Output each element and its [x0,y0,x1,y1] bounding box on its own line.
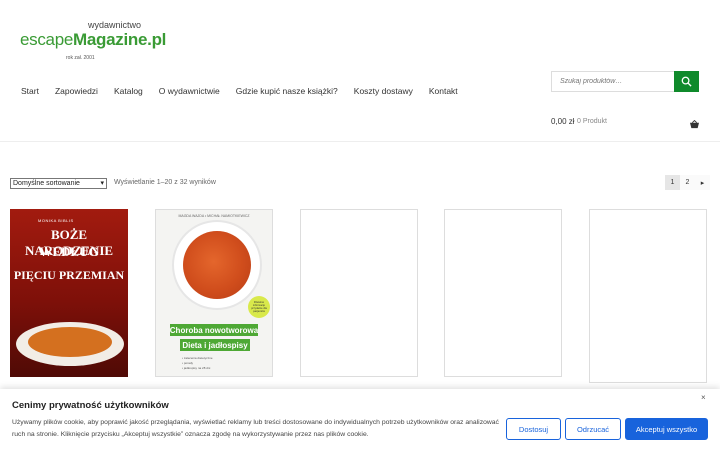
nav-item-zapowiedzi[interactable]: Zapowiedzi [55,86,98,96]
logo-tagline[interactable]: wydawnictwo [88,20,141,30]
main-navigation: Start Zapowiedzi Katalog O wydawnictwie … [21,86,474,96]
book-author: MONIKA BIBLIS [38,218,74,223]
search-icon [681,76,692,87]
cookie-title: Cenimy prywatność użytkowników [12,400,169,411]
result-count: Wyświetlanie 1–20 z 32 wyników [114,179,216,186]
logo-since: rok zał. 2001 [66,55,95,61]
reject-button[interactable]: Odrzucać [565,418,621,440]
next-page-icon[interactable]: ▸ [695,175,710,190]
nav-item-gdzie-kupic[interactable]: Gdzie kupić nasze książki? [236,86,338,96]
sort-select[interactable]: Domyślne sortowanie ▾ [10,178,107,189]
cart-count[interactable]: 0 Produkt [577,118,607,125]
page-1: 1 [665,175,680,190]
pagination: 1 2 ▸ [665,175,710,190]
close-icon[interactable]: × [701,393,706,402]
book-authors: MAGDA WAJDA • MICHAŁ NAMIOTKIEWICZ [178,214,250,218]
product-card-3[interactable] [300,209,418,377]
page-2[interactable]: 2 [680,175,695,190]
header-divider [0,141,720,142]
product-search [551,71,699,92]
soup-image [28,327,112,357]
accept-all-button[interactable]: Akceptuj wszystko [625,418,708,440]
nav-item-o-wydawnictwie[interactable]: O wydawnictwie [159,86,220,96]
book-bullet: • porady [182,361,194,365]
chevron-down-icon: ▾ [100,180,104,187]
product-card-5[interactable] [589,209,707,383]
nav-item-start[interactable]: Start [21,86,39,96]
product-card-1[interactable]: MONIKA BIBLIS BOŻE NARODZENIE WEDŁUG PIĘ… [10,209,128,377]
cart-total[interactable]: 0,00 zł [551,117,575,126]
book-bullet: • jadłospisy na 28 dni [182,366,211,370]
book-title-line: Choroba nowotworowa [169,324,259,336]
nav-item-kontakt[interactable]: Kontakt [429,86,458,96]
search-button[interactable] [674,71,699,92]
logo-escape: escape [20,30,74,49]
logo-magazine: Magazine.pl [73,30,167,49]
book-bullet: • zalecenia dietetyczne [182,356,213,360]
search-input[interactable] [552,72,674,91]
book-title-line: WEDŁUG [39,244,99,259]
cart-link[interactable] [689,116,700,134]
nav-item-koszty-dostawy[interactable]: Koszty dostawy [354,86,413,96]
product-card-2[interactable]: MAGDA WAJDA • MICHAŁ NAMIOTKIEWICZ Rzete… [155,209,273,377]
book-title-line: Dieta i jadłospisy [180,339,250,351]
cookie-text: Używamy plików cookie, aby poprawić jako… [12,419,499,438]
product-card-4[interactable] [444,209,562,377]
pasta-image [183,231,251,299]
book-title-line: PIĘCIU PRZEMIAN [13,268,125,282]
cookie-banner: Cenimy prywatność użytkowników Używamy p… [0,389,720,450]
basket-icon [690,119,699,129]
customize-button[interactable]: Dostosuj [506,418,561,440]
book-badge: Rzetelne informacje przydatne dla pacjen… [248,296,270,318]
site-logo[interactable]: escapeMagazine.pl [20,30,166,50]
sort-selected: Domyślne sortowanie [13,180,80,187]
nav-item-katalog[interactable]: Katalog [114,86,143,96]
